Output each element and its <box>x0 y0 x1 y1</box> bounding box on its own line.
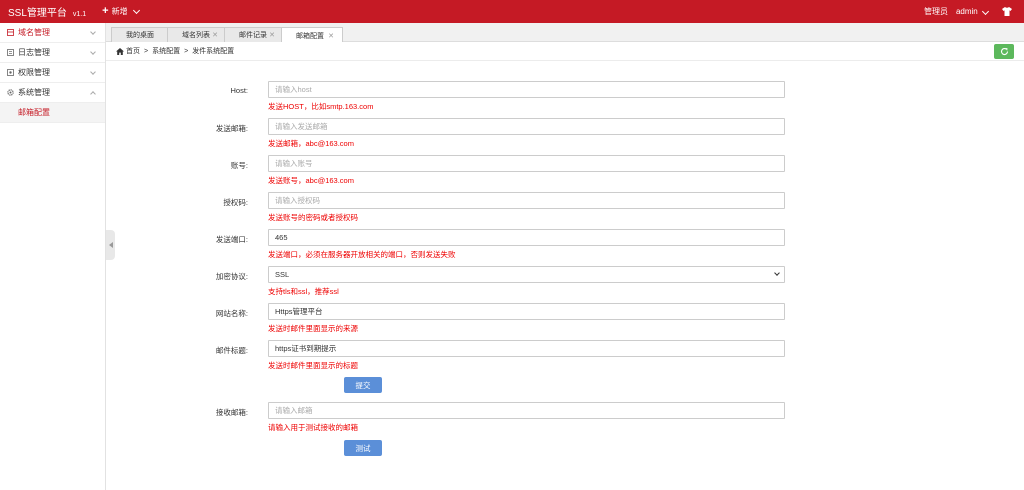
permission-icon <box>7 69 14 76</box>
home-icon <box>116 47 124 55</box>
close-icon[interactable]: ✕ <box>269 31 275 39</box>
sidebar-item-log[interactable]: 日志管理 <box>0 43 105 63</box>
new-menu-button[interactable]: + 新增 <box>102 5 140 17</box>
sidebar-item-label: 系统管理 <box>18 88 50 97</box>
sidebar-item-label: 域名管理 <box>18 28 50 37</box>
account-hint: 发送账号，abc@163.com <box>268 176 354 185</box>
refresh-button[interactable] <box>994 44 1014 59</box>
tab-label: 邮件记录 <box>239 32 267 39</box>
authcode-label: 授权码: <box>223 198 248 207</box>
role-label: 管理员 <box>923 7 948 16</box>
tab-bar: 我的桌面 域名列表 ✕ 邮件记录 ✕ 邮箱配置 ✕ <box>106 23 1024 43</box>
chevron-down-icon <box>132 6 140 14</box>
host-label: Host: <box>230 86 248 95</box>
form-row-sitename: 网站名称: Https管理平台 发送时邮件里面显示的来源 <box>106 303 1024 333</box>
plus-icon: + <box>102 5 109 17</box>
encryption-select[interactable]: SSL <box>268 266 785 283</box>
authcode-input[interactable]: 请输入授权码 <box>268 192 785 209</box>
chevron-down-icon <box>90 29 96 35</box>
sidebar-item-permission[interactable]: 权限管理 <box>0 63 105 83</box>
brand[interactable]: SSL管理平台 v1.1 <box>8 4 86 19</box>
form-row-account: 账号: 请输入账号 发送账号，abc@163.com <box>106 155 1024 185</box>
tab-desktop[interactable]: 我的桌面 <box>111 27 171 42</box>
gear-icon <box>7 89 14 96</box>
breadcrumb-home[interactable]: 首页 <box>126 46 140 56</box>
form-row-authcode: 授权码: 请输入授权码 发送账号的密码或者授权码 <box>106 192 1024 222</box>
sidebar-subitem-mail-config[interactable]: 邮箱配置 <box>0 103 105 123</box>
breadcrumb-separator: > <box>144 47 149 55</box>
sidebar-item-label: 权限管理 <box>18 68 50 77</box>
form-row-encryption: 加密协议: SSL 支持tls和ssl，推荐ssl <box>106 266 1024 296</box>
port-label: 发送端口: <box>215 235 248 244</box>
form-row-receiver: 接收邮箱: 请输入邮箱 请输入用于测试接收的邮箱 <box>106 402 1024 432</box>
subject-hint: 发送时邮件里面显示的标题 <box>268 361 358 370</box>
form-row-port: 发送端口: 465 发送端口，必须在服务器开放相关的端口，否则发送失败 <box>106 229 1024 259</box>
mail-config-form: Host: 请输入host 发送HOST，比如smtp.163.com 发送邮箱… <box>106 62 1024 490</box>
form-row-subject: 邮件标题: https证书到期提示 发送时邮件里面显示的标题 <box>106 340 1024 370</box>
sitename-hint: 发送时邮件里面显示的来源 <box>268 324 358 333</box>
form-row-from: 发送邮箱: 请输入发送邮箱 发送邮箱，abc@163.com <box>106 118 1024 148</box>
encryption-hint: 支持tls和ssl，推荐ssl <box>268 287 339 296</box>
brand-version: v1.1 <box>72 11 87 18</box>
close-icon[interactable]: ✕ <box>212 31 218 39</box>
encryption-selected-value: SSL <box>268 266 785 283</box>
new-menu-label: 新增 <box>111 7 128 16</box>
form-row-host: Host: 请输入host 发送HOST，比如smtp.163.com <box>106 81 1024 111</box>
tab-label: 域名列表 <box>182 32 210 39</box>
user-menu[interactable]: admin <box>955 7 990 16</box>
host-input[interactable]: 请输入host <box>268 81 785 98</box>
subject-label: 邮件标题: <box>215 346 248 355</box>
breadcrumb-level2: 发件系统配置 <box>192 48 235 55</box>
breadcrumb: 首页 > 系统配置 > 发件系统配置 <box>106 42 1024 61</box>
sidebar-subitem-label: 邮箱配置 <box>18 108 50 117</box>
host-hint: 发送HOST，比如smtp.163.com <box>268 102 374 111</box>
top-bar: SSL管理平台 v1.1 + 新增 管理员 admin <box>0 0 1024 23</box>
sitename-input[interactable]: Https管理平台 <box>268 303 785 320</box>
refresh-icon <box>1000 47 1008 55</box>
log-icon <box>7 49 14 56</box>
breadcrumb-level1[interactable]: 系统配置 <box>152 46 180 56</box>
receiver-email-input[interactable]: 请输入邮箱 <box>268 402 785 419</box>
tab-mail-config[interactable]: 邮箱配置 ✕ <box>281 27 343 43</box>
theme-shirt-icon[interactable] <box>1002 7 1012 16</box>
brand-name: SSL管理平台 <box>8 8 67 19</box>
account-input[interactable]: 请输入账号 <box>268 155 785 172</box>
user-area: 管理员 admin <box>924 0 1012 23</box>
port-hint: 发送端口，必须在服务器开放相关的端口，否则发送失败 <box>268 250 456 259</box>
chevron-down-icon <box>981 7 990 16</box>
sidebar: 域名管理 日志管理 权限管理 系统管理 邮箱配置 <box>0 23 106 490</box>
sidebar-item-system[interactable]: 系统管理 <box>0 83 105 103</box>
from-hint: 发送邮箱，abc@163.com <box>268 139 354 148</box>
subject-input[interactable]: https证书到期提示 <box>268 340 785 357</box>
account-label: 账号: <box>230 161 248 170</box>
user-name: admin <box>955 7 978 16</box>
port-input[interactable]: 465 <box>268 229 785 246</box>
receiver-label: 接收邮箱: <box>215 408 248 417</box>
encryption-label: 加密协议: <box>215 272 248 281</box>
submit-button[interactable]: 提交 <box>344 377 382 393</box>
chevron-down-icon <box>90 49 96 55</box>
domain-icon <box>7 29 14 36</box>
sidebar-item-domain[interactable]: 域名管理 <box>0 23 105 43</box>
authcode-hint: 发送账号的密码或者授权码 <box>268 213 358 222</box>
test-button[interactable]: 测试 <box>344 440 382 456</box>
close-icon[interactable]: ✕ <box>328 32 334 40</box>
from-label: 发送邮箱: <box>215 124 248 133</box>
breadcrumb-separator: > <box>184 47 189 55</box>
sidebar-item-label: 日志管理 <box>18 48 50 57</box>
tab-mail-records[interactable]: 邮件记录 ✕ <box>224 27 284 42</box>
chevron-down-icon <box>90 69 96 75</box>
sitename-label: 网站名称: <box>215 309 248 318</box>
from-email-input[interactable]: 请输入发送邮箱 <box>268 118 785 135</box>
tab-domain-list[interactable]: 域名列表 ✕ <box>167 27 227 42</box>
tab-label: 邮箱配置 <box>296 32 324 40</box>
tab-label: 我的桌面 <box>126 32 154 39</box>
chevron-up-icon <box>90 91 96 97</box>
receiver-hint: 请输入用于测试接收的邮箱 <box>268 423 358 432</box>
